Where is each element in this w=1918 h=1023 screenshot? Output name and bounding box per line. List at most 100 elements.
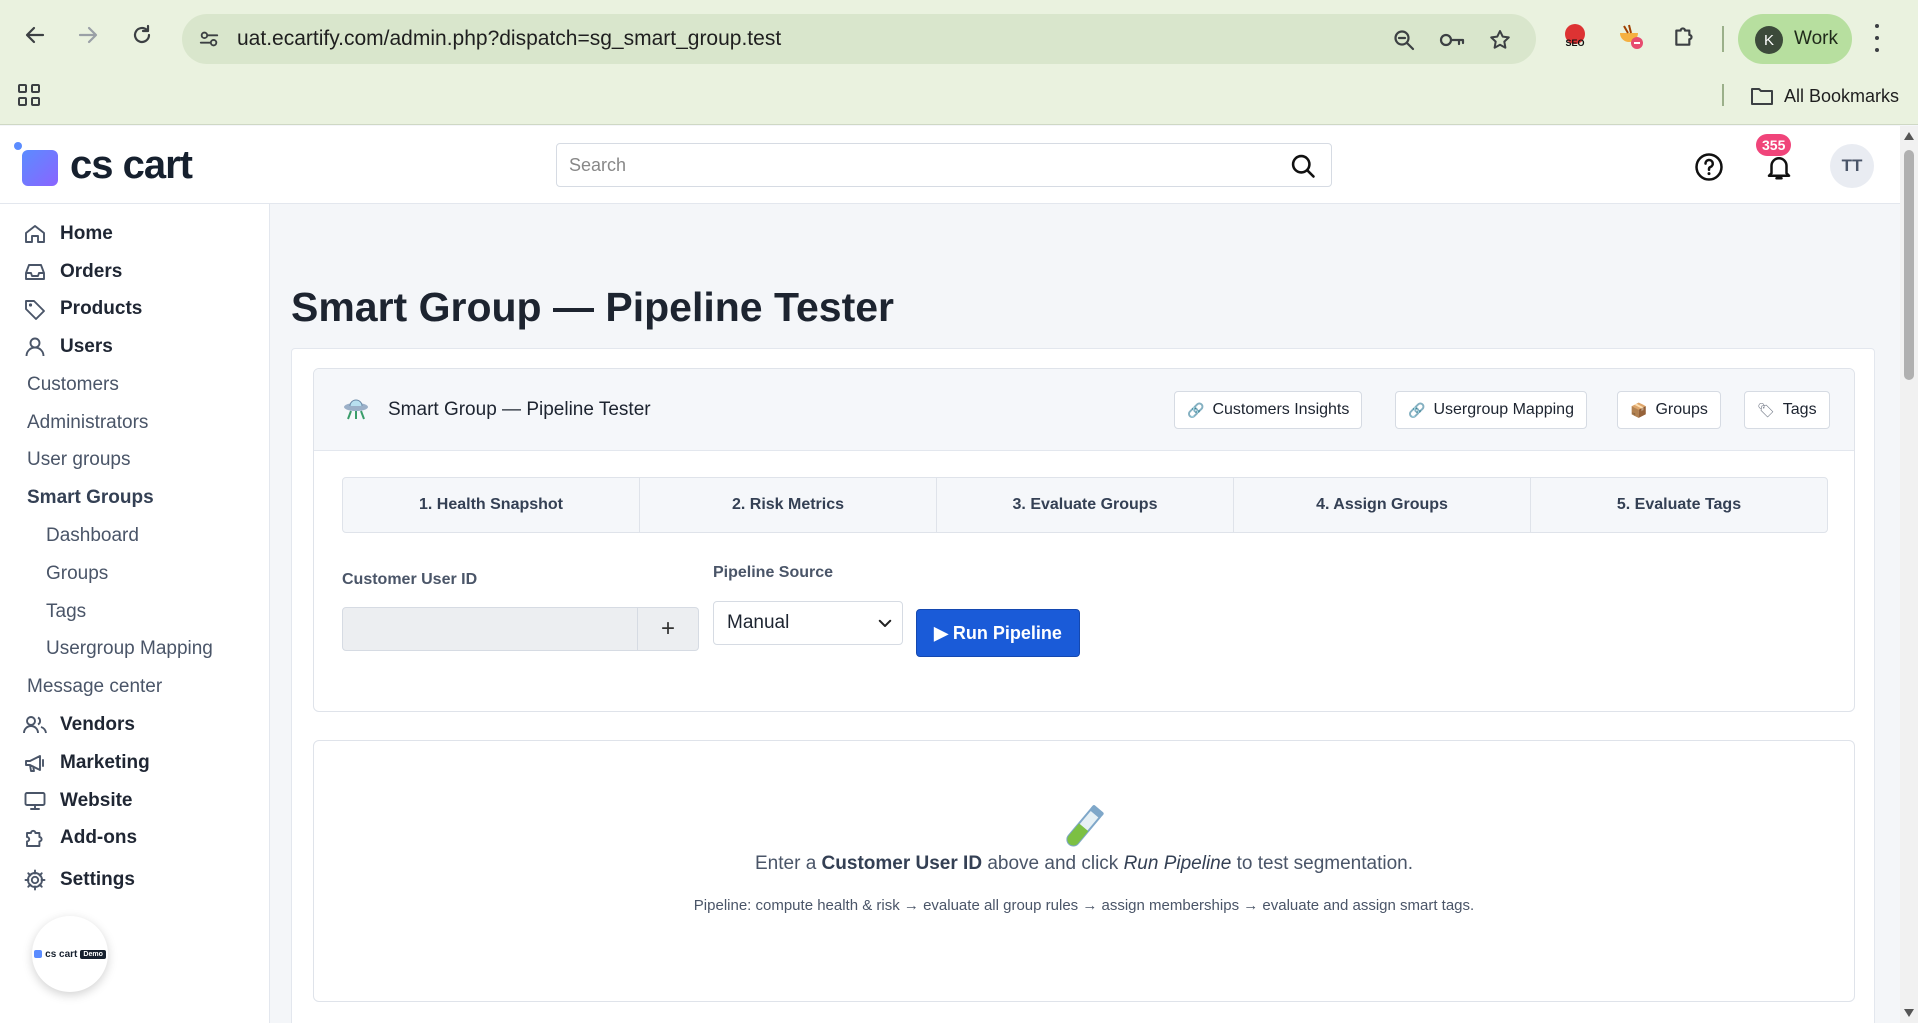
groups-link[interactable]: 📦 Groups bbox=[1617, 391, 1721, 429]
pipeline-description: Pipeline: compute health & risk → evalua… bbox=[693, 897, 1475, 914]
sidebar-item-vendors[interactable]: Vendors bbox=[22, 710, 135, 740]
bookmark-star-icon[interactable] bbox=[1486, 26, 1514, 54]
back-arrow-icon bbox=[25, 26, 45, 44]
sidebar-item-marketing[interactable]: Marketing bbox=[22, 748, 150, 778]
empty-state-message: Enter a Customer User ID above and click… bbox=[314, 853, 1854, 875]
page-scrollbar[interactable] bbox=[1900, 126, 1918, 1023]
step-evaluate-groups[interactable]: 3. Evaluate Groups bbox=[937, 478, 1234, 532]
add-user-button[interactable]: + bbox=[638, 607, 699, 651]
customer-user-id-input[interactable] bbox=[342, 607, 638, 651]
link-label: Tags bbox=[1782, 401, 1817, 418]
sidebar-item-products[interactable]: Products bbox=[22, 294, 142, 324]
sidebar-item-settings[interactable]: Settings bbox=[22, 865, 135, 895]
scrollbar-thumb[interactable] bbox=[1904, 150, 1914, 380]
url-text[interactable]: uat.ecartify.com/admin.php?dispatch=sg_s… bbox=[237, 27, 781, 51]
page-title: Smart Group — Pipeline Tester bbox=[291, 284, 894, 330]
scroll-down-icon[interactable] bbox=[1904, 1009, 1914, 1017]
msg-italic: Run Pipeline bbox=[1123, 853, 1232, 874]
sidebar-item-label: Products bbox=[60, 298, 143, 319]
empty-state-card: Enter a Customer User ID above and click… bbox=[313, 740, 1855, 1002]
sidebar-item-orders[interactable]: Orders bbox=[22, 257, 122, 287]
msg-bold: Customer User ID bbox=[821, 853, 983, 874]
msg-pre: Enter a bbox=[755, 853, 822, 874]
sidebar-item-label: Settings bbox=[60, 869, 135, 890]
svg-text:SEO: SEO bbox=[1565, 38, 1584, 48]
all-bookmarks-label: All Bookmarks bbox=[1784, 85, 1900, 106]
sidebar-item-administrators[interactable]: Administrators bbox=[27, 408, 148, 438]
forward-button[interactable] bbox=[73, 20, 103, 50]
step-health-snapshot[interactable]: 1. Health Snapshot bbox=[343, 478, 640, 532]
bookmarks-divider bbox=[1722, 84, 1724, 106]
address-bar[interactable]: uat.ecartify.com/admin.php?dispatch=sg_s… bbox=[182, 14, 1536, 64]
sidebar-item-home[interactable]: Home bbox=[22, 219, 113, 249]
sidebar-item-label: Website bbox=[60, 790, 133, 811]
cs-cart-logo[interactable]: cs cart bbox=[14, 142, 193, 188]
step-evaluate-tags[interactable]: 5. Evaluate Tags bbox=[1531, 478, 1827, 532]
forward-arrow-icon bbox=[78, 26, 98, 44]
card-header: Smart Group — Pipeline Tester 🔗 Customer… bbox=[314, 369, 1854, 451]
extensions-puzzle-icon[interactable] bbox=[1669, 20, 1701, 52]
reload-button[interactable] bbox=[127, 20, 157, 50]
msg-mid: above and click bbox=[982, 853, 1124, 874]
sidebar: Home Orders Products Users Customers Adm… bbox=[0, 204, 270, 1023]
noodle-extension-icon[interactable] bbox=[1614, 20, 1646, 52]
floating-cs-cart-button[interactable]: cs cart Demo bbox=[32, 916, 108, 992]
usergroup-mapping-link[interactable]: 🔗 Usergroup Mapping bbox=[1395, 391, 1587, 429]
step-risk-metrics[interactable]: 2. Risk Metrics bbox=[640, 478, 937, 532]
app-header: cs cart 355 TT bbox=[0, 126, 1900, 204]
floating-logo-tag: Demo bbox=[80, 949, 106, 959]
chevron-down-icon bbox=[878, 619, 892, 627]
site-settings-icon[interactable] bbox=[196, 26, 222, 52]
bell-icon[interactable] bbox=[1764, 152, 1794, 182]
box-icon: 📦 bbox=[1630, 401, 1648, 418]
scroll-up-icon[interactable] bbox=[1904, 132, 1914, 140]
step-assign-groups[interactable]: 4. Assign Groups bbox=[1234, 478, 1531, 532]
profile-chip[interactable]: K Work bbox=[1738, 14, 1852, 64]
floating-logo-content: cs cart Demo bbox=[34, 949, 106, 960]
sidebar-item-website[interactable]: Website bbox=[22, 786, 133, 816]
run-pipeline-button[interactable]: ▶ Run Pipeline bbox=[916, 609, 1080, 657]
tags-link[interactable]: 🏷 Tags bbox=[1744, 391, 1830, 429]
ufo-icon bbox=[342, 395, 370, 430]
sidebar-item-smart-groups[interactable]: Smart Groups bbox=[27, 483, 154, 513]
pipeline-source-select[interactable]: Manual bbox=[713, 601, 903, 645]
sidebar-item-tags[interactable]: Tags bbox=[46, 597, 86, 627]
sidebar-item-usergroup-mapping[interactable]: Usergroup Mapping bbox=[46, 634, 213, 664]
help-icon[interactable] bbox=[1694, 152, 1724, 182]
search-bar bbox=[556, 143, 1332, 187]
customers-insights-link[interactable]: 🔗 Customers Insights bbox=[1174, 391, 1363, 429]
sidebar-item-users[interactable]: Users bbox=[22, 332, 113, 362]
inbox-icon bbox=[22, 259, 48, 285]
sidebar-item-label: Vendors bbox=[60, 714, 135, 735]
sidebar-item-groups[interactable]: Groups bbox=[46, 559, 108, 589]
seo-extension-icon[interactable]: SEO bbox=[1559, 20, 1591, 52]
browser-chrome: uat.ecartify.com/admin.php?dispatch=sg_s… bbox=[0, 0, 1918, 125]
home-icon bbox=[22, 221, 48, 247]
link-label: Usergroup Mapping bbox=[1433, 401, 1574, 418]
sidebar-item-dashboard[interactable]: Dashboard bbox=[46, 521, 139, 551]
sidebar-item-label: Orders bbox=[60, 261, 123, 282]
puzzle-icon bbox=[22, 825, 48, 851]
sidebar-item-label: Add-ons bbox=[60, 827, 138, 848]
link-icon: 🔗 bbox=[1408, 401, 1426, 418]
password-key-icon[interactable] bbox=[1438, 26, 1466, 54]
tag-icon bbox=[22, 296, 48, 322]
browser-menu-icon[interactable] bbox=[1870, 24, 1884, 52]
back-button[interactable] bbox=[20, 20, 50, 50]
zoom-icon[interactable] bbox=[1390, 26, 1418, 54]
link-label: Customers Insights bbox=[1212, 401, 1350, 418]
sidebar-item-user-groups[interactable]: User groups bbox=[27, 445, 131, 475]
sidebar-item-message-center[interactable]: Message center bbox=[27, 672, 162, 702]
sidebar-item-label: Home bbox=[60, 223, 113, 244]
profile-avatar: K bbox=[1755, 26, 1783, 54]
search-icon[interactable] bbox=[1289, 152, 1317, 180]
user-avatar[interactable]: TT bbox=[1830, 144, 1874, 188]
apps-grid-icon[interactable] bbox=[18, 84, 40, 106]
sidebar-item-customers[interactable]: Customers bbox=[27, 370, 119, 400]
all-bookmarks[interactable]: All Bookmarks bbox=[1750, 84, 1899, 108]
megaphone-icon bbox=[22, 750, 48, 776]
sidebar-item-label: Marketing bbox=[60, 752, 150, 773]
pipeline-tester-card: Smart Group — Pipeline Tester 🔗 Customer… bbox=[313, 368, 1855, 712]
search-input[interactable] bbox=[557, 144, 1257, 186]
sidebar-item-add-ons[interactable]: Add-ons bbox=[22, 823, 137, 853]
